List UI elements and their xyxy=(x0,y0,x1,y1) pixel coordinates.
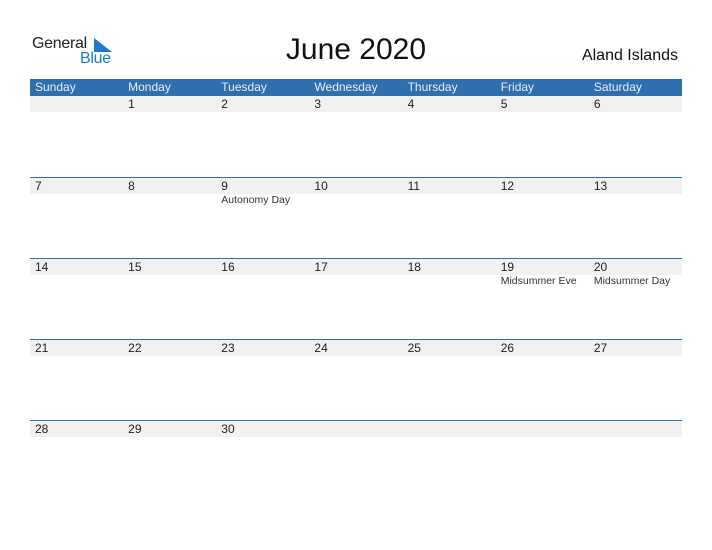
day-number: 29 xyxy=(128,422,142,436)
day-number xyxy=(403,421,496,437)
day-number: 26 xyxy=(500,341,515,355)
day-number: 15 xyxy=(128,260,142,274)
week-row: 28 29 30 xyxy=(30,420,682,502)
holiday-label xyxy=(123,275,216,288)
holiday-label xyxy=(30,194,123,207)
day-number: 10 xyxy=(314,179,328,193)
weekday-sunday: Sunday xyxy=(35,80,76,94)
holiday-label xyxy=(309,194,402,207)
day-number: 3 xyxy=(314,97,322,111)
day-number: 16 xyxy=(221,260,235,274)
weekday-thursday: Thursday xyxy=(407,80,458,94)
holiday-label xyxy=(30,275,123,288)
week-row: 21 22 23 24 25 26 27 xyxy=(30,339,682,421)
date-row: 1 2 3 4 5 6 xyxy=(30,96,682,112)
day-number: 8 xyxy=(128,179,135,193)
date-row: 21 22 23 24 25 26 27 xyxy=(30,340,682,356)
holiday-label xyxy=(403,194,496,207)
holiday-label: Midsummer Eve xyxy=(500,275,577,287)
day-number: 19 xyxy=(500,260,515,274)
day-number: 7 xyxy=(35,179,42,193)
day-number: 20 xyxy=(593,260,608,274)
date-row: 7 8 9 10 11 12 13 xyxy=(30,178,682,194)
day-number: 22 xyxy=(128,341,142,355)
week-row: 1 2 3 4 5 6 xyxy=(30,96,682,177)
day-number: 17 xyxy=(314,260,328,274)
day-number xyxy=(496,421,589,437)
weekday-tuesday: Tuesday xyxy=(221,80,267,94)
weekday-saturday: Saturday xyxy=(593,80,642,94)
day-number: 12 xyxy=(500,179,515,193)
day-number xyxy=(589,421,682,437)
holiday-label xyxy=(216,275,309,288)
day-number: 24 xyxy=(314,341,328,355)
day-number: 27 xyxy=(593,341,608,355)
holiday-label: Autonomy Day xyxy=(221,194,291,206)
day-number: 28 xyxy=(35,422,49,436)
holiday-label xyxy=(123,194,216,207)
day-number: 23 xyxy=(221,341,235,355)
weekday-monday: Monday xyxy=(128,80,171,94)
date-row: 28 29 30 xyxy=(30,421,682,437)
holiday-label xyxy=(496,194,589,207)
week-row: 14 15 16 17 18 19 20 Midsummer Eve Midsummer Day xyxy=(30,258,682,340)
holiday-label xyxy=(403,275,496,288)
day-number: 30 xyxy=(221,422,235,436)
day-number: 4 xyxy=(407,97,415,111)
day-number: 2 xyxy=(221,97,228,111)
week-row: 7 8 9 10 11 12 13 Autonomy Day xyxy=(30,177,682,259)
event-row: Autonomy Day xyxy=(30,194,682,207)
day-number: 18 xyxy=(407,260,421,274)
holiday-label xyxy=(589,194,682,207)
day-number: 21 xyxy=(35,341,49,355)
day-number: 5 xyxy=(500,97,508,111)
day-number xyxy=(309,421,402,437)
day-number: 14 xyxy=(35,260,49,274)
day-number: 13 xyxy=(593,179,608,193)
day-number xyxy=(30,96,123,112)
event-row: Midsummer Eve Midsummer Day xyxy=(30,275,682,288)
day-number: 9 xyxy=(221,179,228,193)
day-number: 25 xyxy=(407,341,421,355)
weekday-wednesday: Wednesday xyxy=(314,80,378,94)
day-number: 6 xyxy=(593,97,601,111)
day-number: 11 xyxy=(407,179,421,193)
date-row: 14 15 16 17 18 19 20 xyxy=(30,259,682,275)
weekday-header: Sunday Monday Tuesday Wednesday Thursday… xyxy=(30,79,682,96)
day-number: 1 xyxy=(128,97,135,111)
weekday-friday: Friday xyxy=(500,80,535,94)
country-name: Aland Islands xyxy=(581,47,678,64)
holiday-label xyxy=(309,275,402,288)
holiday-label: Midsummer Day xyxy=(593,275,671,287)
